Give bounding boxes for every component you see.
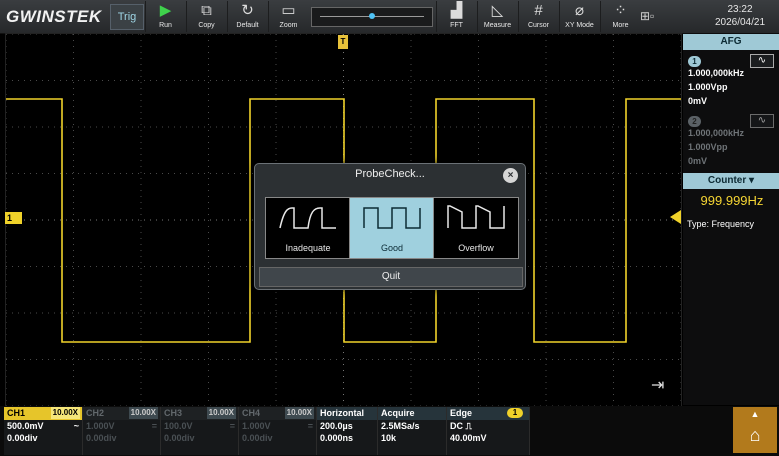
counter-header[interactable]: Counter ▾	[683, 173, 779, 189]
close-icon[interactable]: ×	[503, 168, 518, 183]
afg-ch2-amplitude: 1.000Vpp	[688, 142, 728, 152]
refresh-icon: ↻	[241, 2, 254, 19]
trigger-info-panel[interactable]: Edge 1 DC ⎍ 40.00mV	[447, 407, 530, 455]
probe-badge: 10.00X	[206, 407, 236, 419]
xy-mode-button[interactable]: ⌀ XY Mode	[559, 1, 599, 32]
cursor-icon: #	[534, 2, 543, 19]
timeline-position-indicator[interactable]	[369, 13, 375, 19]
good-waveform-icon	[363, 207, 421, 229]
clock-date: 2026/04/21	[714, 17, 766, 28]
afg-ch1-amplitude: 1.000Vpp	[688, 82, 728, 92]
probecheck-dialog: ProbeCheck... × Inadequate Good Overflow…	[254, 163, 526, 290]
afg-ch1-offset: 0mV	[688, 96, 708, 106]
coupling-dc-icon: =	[229, 421, 235, 431]
brand-logo: GWINSTEK	[6, 7, 102, 26]
trigger-position-marker[interactable]: T	[338, 35, 348, 49]
more-icon: ⁘	[614, 2, 627, 19]
chevron-up-icon: ▲	[750, 409, 760, 419]
dialog-title: ProbeCheck...	[355, 168, 425, 180]
fft-button[interactable]: ▟ FFT	[436, 1, 476, 32]
zoom-button[interactable]: ▭ Zoom	[268, 1, 308, 32]
ch2-info-panel[interactable]: CH2 10.00X 1.000V = 0.00div	[83, 407, 161, 455]
option-inadequate[interactable]: Inadequate	[265, 197, 351, 259]
measure-icon: ◺	[491, 2, 504, 19]
more-button[interactable]: ⁘ More	[600, 1, 640, 32]
acquire-info-panel[interactable]: Acquire 2.5MSa/s 10k	[378, 407, 447, 455]
option-good[interactable]: Good	[349, 197, 435, 259]
chevron-down-icon: ▾	[749, 175, 755, 186]
probe-badge: 10.00X	[128, 407, 158, 419]
trigger-level-marker[interactable]	[670, 210, 681, 224]
fft-icon: ▟	[450, 2, 463, 19]
afg-header[interactable]: AFG	[683, 34, 779, 50]
overflow-waveform-icon	[447, 205, 505, 229]
copy-icon: ⧉	[201, 2, 212, 19]
default-button[interactable]: ↻ Default	[227, 1, 267, 32]
counter-type: Type: Frequency	[687, 219, 755, 229]
clock: 23:22 2026/04/21	[705, 3, 775, 29]
option-overflow[interactable]: Overflow	[433, 197, 519, 259]
coupling-dc-icon: =	[151, 421, 157, 431]
ch3-info-panel[interactable]: CH3 10.00X 100.0V = 0.00div	[161, 407, 239, 455]
afg-ch2-offset: 0mV	[688, 156, 708, 166]
sine-wave-icon[interactable]: ∿	[750, 114, 774, 128]
exit-icon[interactable]: ⇥	[651, 375, 664, 395]
timeline-slider[interactable]	[311, 7, 433, 27]
usb-lan-status-icon: ⊞▫	[640, 9, 655, 23]
cursor-button[interactable]: # Cursor	[518, 1, 558, 32]
quit-button[interactable]: Quit	[259, 267, 523, 287]
trigger-coupling-slope: DC ⎍	[450, 421, 472, 431]
run-button[interactable]: ▶ Run	[145, 1, 185, 32]
copy-button[interactable]: ⧉ Copy	[186, 1, 226, 32]
probe-badge: 10.00X	[50, 407, 80, 419]
ch4-info-panel[interactable]: CH4 10.00X 1.000V = 0.00div	[239, 407, 317, 455]
ch1-offset-marker[interactable]: 1	[5, 212, 22, 224]
afg-ch1-frequency: 1.000,000kHz	[688, 68, 745, 78]
trig-button[interactable]: Trig	[110, 4, 144, 30]
xy-mode-icon: ⌀	[574, 2, 585, 19]
play-icon: ▶	[159, 2, 172, 19]
counter-value: 999.999Hz	[700, 193, 764, 208]
inadequate-waveform-icon	[279, 207, 336, 229]
zoom-icon: ▭	[281, 2, 296, 19]
trigger-source-badge: 1	[507, 408, 523, 418]
coupling-ac-icon: ~	[73, 421, 79, 431]
home-icon: ⌂	[749, 425, 761, 445]
measure-button[interactable]: ◺ Measure	[477, 1, 517, 32]
coupling-dc-icon: =	[307, 421, 313, 431]
sine-wave-icon[interactable]: ∿	[750, 54, 774, 68]
clock-time: 23:22	[727, 4, 753, 15]
probe-badge: 10.00X	[284, 407, 314, 419]
horizontal-info-panel[interactable]: Horizontal 200.0µs 0.000ns	[317, 407, 378, 455]
ch1-info-panel[interactable]: CH1 10.00X 500.0mV ~ 0.00div	[4, 407, 83, 455]
afg-ch2-frequency: 1.000,000kHz	[688, 128, 745, 138]
home-button[interactable]: ▲ ⌂	[733, 407, 777, 453]
